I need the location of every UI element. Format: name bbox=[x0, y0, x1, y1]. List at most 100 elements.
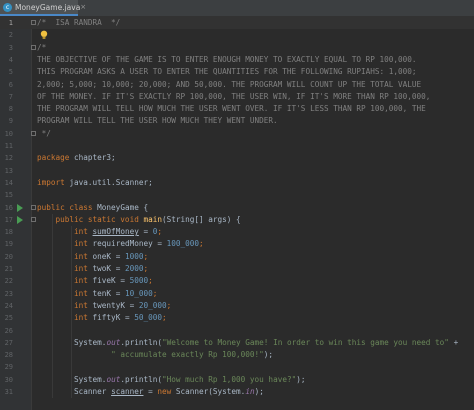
code-line[interactable]: 7 OF THE MONEY. IF IT'S EXACTLY RP 100,00… bbox=[0, 91, 474, 103]
code-text: int requiredMoney = 100_000; bbox=[37, 238, 204, 250]
code-line[interactable]: 3 /* bbox=[0, 42, 474, 54]
code-token: int bbox=[37, 251, 93, 261]
code-token: int bbox=[37, 264, 93, 273]
code-token: sumOfMoney bbox=[92, 227, 139, 237]
code-token: THE PROGRAM WILL TELL HOW MUCH THE USER … bbox=[37, 104, 426, 114]
code-token: MoneyGame { bbox=[97, 202, 149, 212]
code-text: PROGRAM WILL TELL THE USER HOW MUCH THEY… bbox=[37, 115, 278, 127]
code-line[interactable]: 16 public class MoneyGame { bbox=[0, 202, 474, 214]
code-text: System.out.println("How much Rp 1,000 yo… bbox=[37, 374, 305, 386]
code-token: 20_000 bbox=[138, 300, 167, 310]
code-token: import bbox=[37, 177, 70, 187]
code-token: in bbox=[245, 387, 255, 396]
code-token: " accumulate exactly Rp 100,000!" bbox=[111, 350, 264, 360]
code-token: ; bbox=[161, 313, 167, 323]
code-line[interactable]: 14 import java.util.Scanner; bbox=[0, 177, 474, 189]
code-line[interactable]: 9 PROGRAM WILL TELL THE USER HOW MUCH THE… bbox=[0, 115, 474, 127]
code-token: THIS PROGRAM ASKS A USER TO ENTER THE QU… bbox=[37, 67, 417, 77]
code-text: import java.util.Scanner; bbox=[37, 177, 153, 189]
code-line[interactable]: 1 /* ISA RANDRA */ bbox=[0, 17, 474, 30]
line-number: 27 bbox=[4, 338, 13, 347]
code-token: fiftyK = bbox=[92, 313, 135, 323]
fold-marker-icon[interactable] bbox=[31, 44, 36, 50]
line-number: 19 bbox=[4, 240, 13, 249]
code-text: public static void main(String[] args) { bbox=[37, 214, 241, 226]
line-number: 2 bbox=[8, 31, 13, 40]
line-number: 30 bbox=[4, 375, 13, 384]
code-token: ; bbox=[152, 288, 158, 298]
code-text: int twentyK = 20_000; bbox=[37, 300, 171, 312]
code-token: Scanner(System. bbox=[175, 387, 246, 396]
code-token: 10_000 bbox=[124, 288, 153, 298]
code-line[interactable]: 6 2,000; 5,000; 10,000; 20,000; AND 50,00… bbox=[0, 79, 474, 91]
code-text: int fiveK = 5000; bbox=[37, 275, 153, 287]
code-line[interactable]: 10 */ bbox=[0, 128, 474, 140]
code-line[interactable]: 8 THE PROGRAM WILL TELL HOW MUCH THE USER… bbox=[0, 103, 474, 115]
code-token: int bbox=[37, 313, 93, 323]
line-number: 31 bbox=[4, 388, 13, 396]
code-token: ; bbox=[148, 276, 153, 286]
code-token: 2,000; 5,000; 10,000; 20,000; AND 50,000… bbox=[37, 79, 422, 89]
code-text: int fiftyK = 50_000; bbox=[37, 312, 167, 324]
code-token: java.util.Scanner; bbox=[69, 177, 153, 187]
line-number: 3 bbox=[8, 43, 13, 52]
code-token: ; bbox=[143, 251, 149, 261]
code-token: tenK = bbox=[92, 288, 125, 298]
tab-filename: MoneyGame.java bbox=[15, 2, 81, 12]
code-text: 2,000; 5,000; 10,000; 20,000; AND 50,000… bbox=[37, 79, 421, 91]
code-token: */ bbox=[37, 128, 51, 138]
fold-marker-icon[interactable] bbox=[31, 20, 36, 25]
close-tab-icon[interactable]: × bbox=[80, 3, 86, 11]
line-number: 7 bbox=[8, 92, 13, 101]
run-gutter-icon[interactable] bbox=[17, 203, 23, 212]
code-token: ; bbox=[166, 300, 172, 310]
code-text: THIS PROGRAM ASKS A USER TO ENTER THE QU… bbox=[37, 66, 417, 78]
code-text: public class MoneyGame { bbox=[37, 202, 148, 214]
code-text: " accumulate exactly Rp 100,000!"); bbox=[37, 349, 273, 361]
code-token: (String[] args) { bbox=[161, 214, 241, 224]
line-number: 29 bbox=[4, 363, 13, 372]
code-token: int bbox=[37, 300, 93, 310]
line-number: 11 bbox=[4, 142, 13, 150]
code-token: package bbox=[37, 153, 75, 163]
code-token: PROGRAM WILL TELL THE USER HOW MUCH THEY… bbox=[37, 116, 278, 126]
code-line[interactable]: 2 bbox=[0, 29, 474, 41]
code-line[interactable]: 13 bbox=[0, 165, 474, 177]
line-number: 15 bbox=[4, 191, 13, 200]
lightbulb-icon[interactable] bbox=[40, 30, 48, 40]
code-token: int bbox=[37, 239, 93, 249]
code-token: = bbox=[138, 227, 153, 237]
line-number: 21 bbox=[4, 265, 13, 273]
code-text: int sumOfMoney = 0; bbox=[37, 226, 162, 238]
code-token: /* ISA RANDRA */ bbox=[37, 18, 121, 27]
line-number: 8 bbox=[8, 105, 13, 114]
indent-guide bbox=[71, 226, 72, 399]
line-number: 17 bbox=[4, 215, 13, 224]
fold-marker-icon[interactable] bbox=[31, 216, 36, 222]
code-token: OF THE MONEY. IF IT'S EXACTLY RP 100,000… bbox=[37, 91, 431, 101]
line-number: 6 bbox=[8, 80, 13, 89]
code-token: scanner bbox=[111, 387, 144, 396]
code-token: ; bbox=[199, 239, 204, 249]
code-line[interactable]: 5 THIS PROGRAM ASKS A USER TO ENTER THE Q… bbox=[0, 66, 474, 78]
code-line[interactable]: 11 bbox=[0, 140, 474, 152]
line-number: 14 bbox=[4, 178, 13, 187]
code-line[interactable]: 12 package chapter3; bbox=[0, 152, 474, 164]
fold-marker-icon[interactable] bbox=[31, 204, 36, 210]
tab-moneygame-java[interactable]: c MoneyGame.java × bbox=[0, 0, 86, 16]
code-token: 50_000 bbox=[134, 313, 162, 323]
line-number: 1 bbox=[8, 19, 13, 27]
fold-marker-icon[interactable] bbox=[31, 130, 36, 136]
line-number: 22 bbox=[4, 277, 13, 286]
code-line[interactable]: 15 bbox=[0, 189, 474, 201]
line-number: 28 bbox=[4, 351, 13, 360]
code-text: package chapter3; bbox=[37, 152, 116, 164]
code-text: int twoK = 2000; bbox=[37, 263, 148, 275]
code-text: THE PROGRAM WILL TELL HOW MUCH THE USER … bbox=[37, 103, 426, 115]
code-token: twoK = bbox=[92, 264, 125, 273]
code-line[interactable]: 4 THE OBJECTIVE OF THE GAME IS TO ENTER E… bbox=[0, 54, 474, 66]
run-gutter-icon[interactable] bbox=[17, 215, 23, 224]
code-token: int bbox=[37, 288, 93, 298]
code-line[interactable]: 17 public static void main(String[] args… bbox=[0, 214, 474, 226]
